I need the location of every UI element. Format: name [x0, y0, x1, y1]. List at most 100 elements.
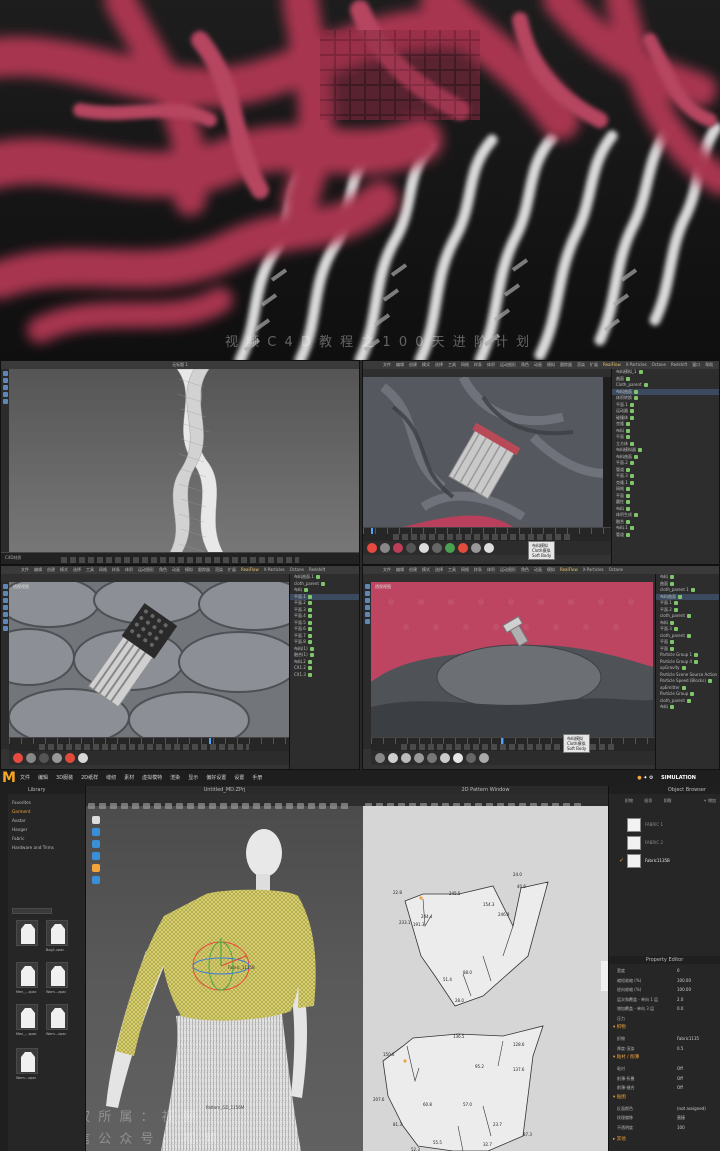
property-section-header[interactable]: ▾ 粘衬 / 削薄	[613, 1054, 639, 1060]
property-value[interactable]: 100	[677, 1123, 685, 1132]
property-row[interactable]: 织物 Fabric1135	[617, 1034, 716, 1043]
library-folder[interactable]: Fabric	[12, 834, 54, 843]
visibility-tag-icon[interactable]	[626, 467, 630, 472]
menu-item[interactable]: 创建	[409, 362, 417, 367]
property-row[interactable]: 纹理偏移 直接	[617, 1113, 716, 1122]
menu-item[interactable]: 帮助	[705, 362, 713, 367]
visibility-tag-icon[interactable]	[690, 588, 695, 592]
md-menu-item[interactable]: 手册	[252, 775, 262, 781]
visibility-tag-icon[interactable]	[629, 526, 634, 530]
visibility-tag-icon[interactable]	[307, 633, 312, 638]
library-thumbnail[interactable]	[16, 920, 38, 946]
menu-item[interactable]: 扩展	[590, 362, 598, 367]
property-value[interactable]: 直接	[677, 1113, 685, 1122]
fabric-swatch-3[interactable]	[627, 854, 641, 868]
visibility-tag-icon[interactable]	[626, 500, 630, 504]
library-folder-list[interactable]: Favorites Garment Avatar Hanger Fabric Hardwa…	[12, 798, 54, 852]
property-value[interactable]: 100.00	[677, 976, 691, 985]
md-main-menu[interactable]: 文件 编辑 3D服装 2D纸样 缝纫 素材 虚拟模特 渲染 显示 偏好设置 设置 手册	[20, 770, 270, 786]
visibility-tag-icon[interactable]	[626, 422, 630, 426]
visibility-tag-icon[interactable]	[626, 376, 630, 381]
library-thumbnail[interactable]	[46, 962, 68, 988]
menu-item[interactable]: 工具	[448, 362, 456, 367]
menu-item[interactable]: 样条	[474, 362, 482, 367]
library-folder[interactable]: Avatar	[12, 816, 54, 825]
md-menu-item[interactable]: 2D纸样	[81, 775, 98, 781]
property-value[interactable]: 0	[677, 966, 680, 975]
visibility-tag-icon[interactable]	[670, 640, 674, 644]
menu-item[interactable]: Octane	[652, 362, 666, 367]
visibility-tag-icon[interactable]	[307, 614, 312, 618]
menu-item[interactable]: RealFlow	[603, 362, 621, 367]
property-value[interactable]: Off	[677, 1083, 683, 1092]
property-row[interactable]: 缩短收缩 (%) 100.00	[617, 976, 716, 985]
property-value[interactable]: Off	[677, 1074, 683, 1083]
property-section-footer[interactable]: ▸ 其他	[613, 1136, 626, 1142]
visibility-tag-icon[interactable]	[670, 581, 674, 586]
visibility-tag-icon[interactable]	[307, 672, 312, 677]
visibility-tag-icon[interactable]	[307, 627, 312, 631]
object-manager[interactable]: 布料曲面.1 cloth_parent 布料 平面.1 平面.2 平面.3 平面.4 平面.5…	[289, 574, 359, 769]
sim-settings-icon[interactable]: ⚙	[649, 775, 653, 781]
property-value[interactable]: Fabric1135	[677, 1034, 699, 1043]
fabric-name-2[interactable]: FABRIC 2	[645, 840, 663, 845]
visibility-tag-icon[interactable]	[643, 383, 648, 387]
main-menu[interactable]: 文件 编辑 创建 模式 选择 工具 网格 样条 体积 运动图形 角色 动画 模拟 RealFlow X-Pa…	[363, 566, 719, 574]
visibility-tag-icon[interactable]	[690, 692, 695, 696]
md-menu-item[interactable]: 3D服装	[56, 775, 73, 781]
md-menu-item[interactable]: 素材	[124, 775, 134, 781]
visibility-tag-icon[interactable]	[626, 435, 630, 439]
visibility-tag-icon[interactable]	[634, 389, 638, 394]
visibility-tag-icon[interactable]	[707, 679, 712, 683]
menu-item[interactable]: 动画	[534, 362, 542, 367]
add-fabric-button[interactable]: + 增加	[703, 796, 716, 806]
object-manager[interactable]: 布料模拟_1 曲面 Cloth_parent 布料曲面 体积转换 平面.1 运动器 碰撞体 克隆…	[611, 369, 719, 564]
object-row[interactable]: 布料	[656, 704, 719, 711]
library-side-tabs[interactable]	[0, 794, 8, 1151]
timeline[interactable]	[363, 527, 611, 541]
visibility-tag-icon[interactable]	[629, 461, 634, 465]
object-browser-tabs[interactable]: 织物 纽扣 扣眼 + 增加	[613, 796, 716, 806]
library-thumbnail[interactable]	[46, 1004, 68, 1030]
visibility-tag-icon[interactable]	[307, 659, 312, 664]
property-row[interactable]: 不透明度 100	[617, 1123, 716, 1132]
visibility-tag-icon[interactable]	[320, 581, 325, 586]
menu-item[interactable]: 编辑	[396, 362, 404, 367]
property-row[interactable]: 削薄-折叠 Off	[617, 1074, 716, 1083]
object-manager[interactable]: 布料 曲面 cloth_parent 1 布料曲面 平面.1 平面.2 cloth_pare…	[655, 574, 719, 769]
fabric-name-3[interactable]: Fabric1135B	[645, 858, 670, 863]
library-folder[interactable]: Garment	[12, 807, 54, 816]
library-folder[interactable]: Favorites	[12, 798, 54, 807]
property-row[interactable]: 经向收缩 (%) 100.00	[617, 985, 716, 994]
md-menu-item[interactable]: 虚拟模特	[142, 775, 162, 781]
viewport[interactable]	[9, 369, 359, 554]
visibility-tag-icon[interactable]	[626, 428, 630, 433]
md-menu-item[interactable]: 设置	[234, 775, 244, 781]
visibility-tag-icon[interactable]	[681, 685, 686, 690]
fabric-swatch-2[interactable]	[627, 836, 641, 850]
simulation-badge[interactable]: SIMULATION	[661, 770, 696, 786]
visibility-tag-icon[interactable]	[626, 506, 630, 511]
visibility-tag-icon[interactable]	[670, 620, 674, 625]
md-menu-item[interactable]: 显示	[188, 775, 198, 781]
visibility-tag-icon[interactable]	[634, 396, 638, 400]
visibility-tag-icon[interactable]	[686, 614, 691, 618]
md-menu-item[interactable]: 偏好设置	[206, 775, 226, 781]
menu-item[interactable]: 模式	[422, 362, 430, 367]
md-menu-item[interactable]: 缝纫	[106, 775, 116, 781]
tab-buttonhole[interactable]: 扣眼	[664, 798, 672, 803]
visibility-tag-icon[interactable]	[307, 601, 312, 605]
menu-item[interactable]: 窗口	[692, 362, 700, 367]
sim-play-icon[interactable]: ●	[637, 775, 641, 781]
visibility-tag-icon[interactable]	[670, 575, 674, 579]
visibility-tag-icon[interactable]	[634, 513, 638, 517]
visibility-tag-icon[interactable]	[626, 493, 630, 498]
visibility-tag-icon[interactable]	[694, 659, 699, 664]
main-menu[interactable]: 文件 编辑 创建 模式 选择 工具 网格 样条 体积 运动图形 角色 动画 模拟 跟踪器 渲染 扩展 RealF…	[1, 566, 359, 574]
fabric-name-1[interactable]: FABRIC 1	[645, 822, 663, 827]
menu-item[interactable]: 渲染	[577, 362, 585, 367]
tab-fabric[interactable]: 织物	[625, 798, 633, 803]
menu-item[interactable]: 网格	[461, 362, 469, 367]
property-value[interactable]: (not assigned)	[677, 1104, 706, 1113]
menu-item[interactable]: 运动图形	[500, 362, 516, 367]
